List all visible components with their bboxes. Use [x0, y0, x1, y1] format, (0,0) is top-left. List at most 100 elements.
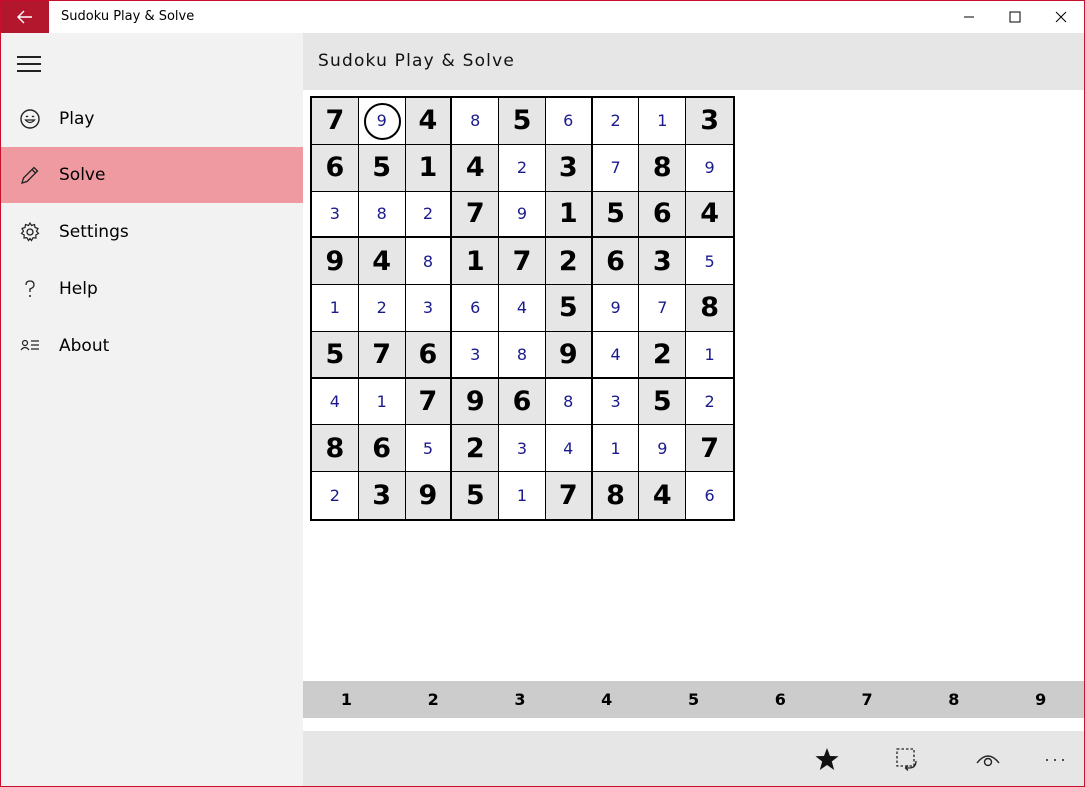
sudoku-cell[interactable]: 6 — [405, 331, 453, 379]
sudoku-cell[interactable]: 4 — [312, 378, 359, 426]
sudoku-cell[interactable]: 7 — [452, 191, 500, 239]
reveal-button[interactable] — [966, 739, 1010, 779]
sudoku-cell[interactable]: 3 — [312, 191, 359, 239]
number-button-7[interactable]: 7 — [824, 681, 911, 718]
number-button-3[interactable]: 3 — [477, 681, 564, 718]
sudoku-cell[interactable]: 7 — [405, 378, 453, 426]
sudoku-cell[interactable]: 8 — [452, 98, 500, 145]
sudoku-cell[interactable]: 8 — [499, 331, 546, 379]
number-button-6[interactable]: 6 — [737, 681, 824, 718]
sudoku-cell[interactable]: 3 — [686, 98, 733, 145]
sudoku-cell[interactable]: 2 — [452, 425, 500, 473]
sudoku-cell[interactable]: 2 — [545, 238, 593, 286]
number-button-9[interactable]: 9 — [997, 681, 1084, 718]
sudoku-cell[interactable]: 6 — [312, 144, 359, 192]
sudoku-cell[interactable]: 8 — [639, 144, 687, 192]
number-button-1[interactable]: 1 — [303, 681, 390, 718]
nav-item-about[interactable]: About — [1, 318, 303, 374]
maximize-button[interactable] — [992, 1, 1038, 33]
sudoku-cell[interactable]: 1 — [452, 238, 500, 286]
sudoku-cell[interactable]: 1 — [499, 472, 546, 519]
sudoku-cell[interactable]: 9 — [312, 238, 359, 286]
nav-item-play[interactable]: Play — [1, 91, 303, 147]
sudoku-cell[interactable]: 3 — [358, 472, 406, 519]
sudoku-cell[interactable]: 6 — [358, 425, 406, 473]
sudoku-cell[interactable]: 8 — [686, 285, 733, 332]
sudoku-cell[interactable]: 8 — [312, 425, 359, 473]
sudoku-cell[interactable]: 2 — [312, 472, 359, 519]
sudoku-cell[interactable]: 9 — [499, 191, 546, 239]
sudoku-cell[interactable]: 7 — [639, 285, 687, 332]
nav-item-solve[interactable]: Solve — [1, 147, 303, 203]
more-icon[interactable]: ··· — [1034, 739, 1078, 779]
sudoku-cell[interactable]: 5 — [592, 191, 640, 239]
number-button-5[interactable]: 5 — [650, 681, 737, 718]
sudoku-cell[interactable]: 6 — [545, 98, 593, 145]
sudoku-cell[interactable]: 9 — [545, 331, 593, 379]
sudoku-cell[interactable]: 2 — [499, 144, 546, 192]
sudoku-cell[interactable]: 7 — [545, 472, 593, 519]
selected-cell[interactable]: 9 — [358, 98, 406, 145]
favorite-button[interactable] — [805, 739, 849, 779]
number-button-4[interactable]: 4 — [563, 681, 650, 718]
sudoku-cell[interactable]: 9 — [405, 472, 453, 519]
sudoku-cell[interactable]: 3 — [545, 144, 593, 192]
sudoku-cell[interactable]: 1 — [592, 425, 640, 473]
sudoku-cell[interactable]: 5 — [405, 425, 453, 473]
sudoku-cell[interactable]: 1 — [358, 378, 406, 426]
sudoku-cell[interactable]: 6 — [592, 238, 640, 286]
sudoku-cell[interactable]: 8 — [592, 472, 640, 519]
sudoku-cell[interactable]: 1 — [545, 191, 593, 239]
sudoku-cell[interactable]: 2 — [592, 98, 640, 145]
sudoku-cell[interactable]: 1 — [639, 98, 687, 145]
sudoku-cell[interactable]: 3 — [639, 238, 687, 286]
sudoku-cell[interactable]: 1 — [405, 144, 453, 192]
sudoku-cell[interactable]: 7 — [358, 331, 406, 379]
minimize-button[interactable] — [946, 1, 992, 33]
sudoku-cell[interactable]: 4 — [405, 98, 453, 145]
sudoku-cell[interactable]: 7 — [499, 238, 546, 286]
sudoku-cell[interactable]: 8 — [405, 238, 453, 286]
sudoku-cell[interactable]: 7 — [312, 98, 359, 145]
sudoku-cell[interactable]: 8 — [358, 191, 406, 239]
nav-item-help[interactable]: Help — [1, 261, 303, 317]
sudoku-cell[interactable]: 2 — [358, 285, 406, 332]
sudoku-cell[interactable]: 5 — [312, 331, 359, 379]
sudoku-cell[interactable]: 5 — [686, 238, 733, 286]
sudoku-cell[interactable]: 1 — [312, 285, 359, 332]
sudoku-cell[interactable]: 4 — [639, 472, 687, 519]
sudoku-cell[interactable]: 6 — [639, 191, 687, 239]
sudoku-cell[interactable]: 3 — [592, 378, 640, 426]
sudoku-cell[interactable]: 5 — [452, 472, 500, 519]
sudoku-cell[interactable]: 3 — [405, 285, 453, 332]
sudoku-cell[interactable]: 6 — [686, 472, 733, 519]
sudoku-cell[interactable]: 4 — [358, 238, 406, 286]
sudoku-cell[interactable]: 2 — [639, 331, 687, 379]
sudoku-cell[interactable]: 9 — [592, 285, 640, 332]
select-undo-button[interactable] — [885, 739, 929, 779]
number-button-2[interactable]: 2 — [390, 681, 477, 718]
sudoku-cell[interactable]: 7 — [592, 144, 640, 192]
sudoku-cell[interactable]: 5 — [639, 378, 687, 426]
sudoku-cell[interactable]: 9 — [686, 144, 733, 192]
close-button[interactable] — [1038, 1, 1084, 33]
sudoku-cell[interactable]: 5 — [499, 98, 546, 145]
sudoku-cell[interactable]: 2 — [405, 191, 453, 239]
sudoku-cell[interactable]: 4 — [452, 144, 500, 192]
sudoku-cell[interactable]: 3 — [499, 425, 546, 473]
sudoku-cell[interactable]: 1 — [686, 331, 733, 379]
sudoku-cell[interactable]: 6 — [452, 285, 500, 332]
sudoku-cell[interactable]: 6 — [499, 378, 546, 426]
nav-item-settings[interactable]: Settings — [1, 204, 303, 260]
sudoku-cell[interactable]: 4 — [592, 331, 640, 379]
sudoku-cell[interactable]: 2 — [686, 378, 733, 426]
back-button[interactable] — [1, 1, 49, 33]
sudoku-cell[interactable]: 5 — [545, 285, 593, 332]
sudoku-cell[interactable]: 9 — [452, 378, 500, 426]
number-button-8[interactable]: 8 — [910, 681, 997, 718]
sudoku-cell[interactable]: 5 — [358, 144, 406, 192]
sudoku-cell[interactable]: 3 — [452, 331, 500, 379]
hamburger-menu-button[interactable] — [17, 53, 43, 75]
sudoku-cell[interactable]: 4 — [545, 425, 593, 473]
sudoku-cell[interactable]: 8 — [545, 378, 593, 426]
